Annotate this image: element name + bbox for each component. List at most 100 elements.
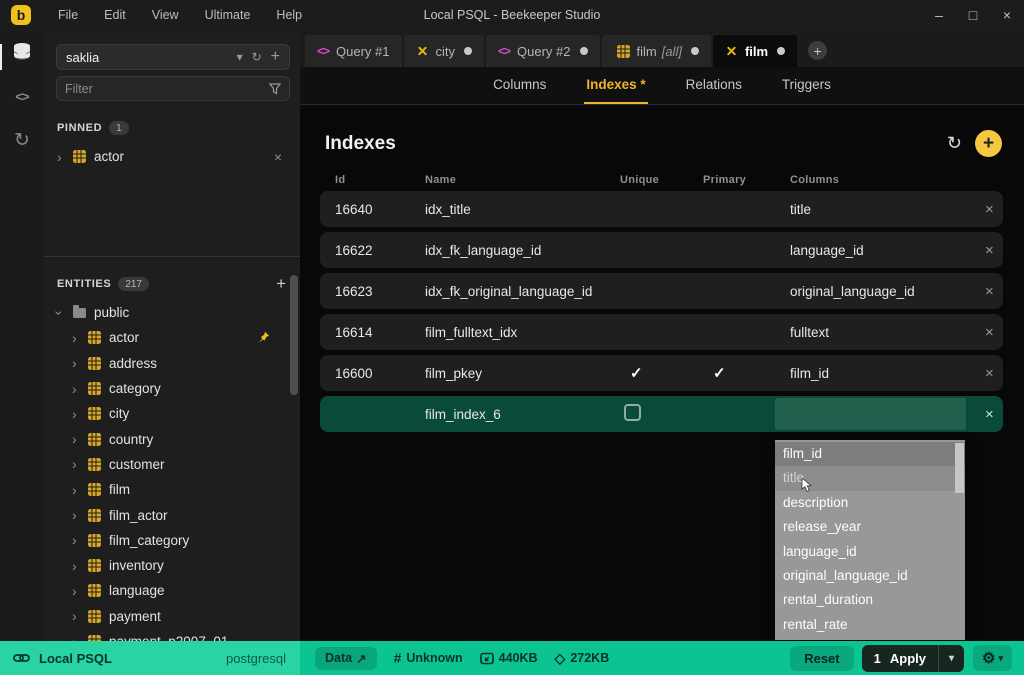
- connection-select[interactable]: saklia ▾ ↻ +: [56, 44, 290, 70]
- column-header-id: Id: [335, 174, 425, 186]
- new-tab-button[interactable]: +: [808, 41, 827, 60]
- sidebar-item-language[interactable]: › language: [44, 578, 300, 603]
- index-id: 16640: [335, 202, 425, 217]
- remove-index-icon[interactable]: ×: [985, 324, 1012, 341]
- apply-button-group[interactable]: 1 Apply ▾: [862, 645, 964, 672]
- size-icon: [480, 652, 494, 665]
- history-panel-icon[interactable]: ↻: [0, 118, 44, 162]
- add-index-button[interactable]: +: [975, 130, 1002, 157]
- menu-view[interactable]: View: [139, 0, 192, 30]
- dropdown-option-original-language-id[interactable]: original_language_id: [775, 564, 965, 588]
- filter-input[interactable]: [65, 82, 269, 96]
- minimize-button[interactable]: –: [922, 0, 956, 30]
- schema-item-public[interactable]: › public: [44, 300, 300, 325]
- dropdown-option-language-id[interactable]: language_id: [775, 540, 965, 564]
- tab-film-structure[interactable]: film: [713, 35, 797, 67]
- new-index-row[interactable]: film_index_6 ×: [320, 396, 1003, 432]
- subtab-columns[interactable]: Columns: [491, 67, 548, 104]
- dropdown-scrollbar[interactable]: [955, 443, 964, 493]
- dropdown-option-rental-rate[interactable]: rental_rate: [775, 613, 965, 637]
- refresh-connection-icon[interactable]: ↻: [252, 50, 262, 64]
- pin-icon[interactable]: [257, 331, 270, 344]
- sidebar-item-country[interactable]: › country: [44, 426, 300, 451]
- unique-checkbox[interactable]: [624, 404, 641, 421]
- tab-film-all[interactable]: film [all]: [602, 35, 711, 67]
- sidebar-scrollbar[interactable]: [290, 275, 298, 395]
- tab-query-2[interactable]: <> Query #2: [486, 35, 600, 67]
- sidebar-item-address[interactable]: › address: [44, 351, 300, 376]
- chevron-right-icon[interactable]: ›: [57, 149, 70, 165]
- entity-filter[interactable]: [56, 76, 290, 101]
- sidebar-item-film-actor[interactable]: › film_actor: [44, 502, 300, 527]
- index-size-status: ◇ 272KB: [555, 650, 610, 667]
- menu-file[interactable]: File: [45, 0, 91, 30]
- table-row[interactable]: 16600 film_pkey ✓ ✓ film_id ×: [320, 355, 1003, 391]
- queries-panel-icon[interactable]: <>: [0, 74, 44, 118]
- menu-ultimate[interactable]: Ultimate: [192, 0, 264, 30]
- connection-name[interactable]: Local PSQL: [39, 651, 112, 666]
- chevron-down-icon[interactable]: ›: [51, 310, 67, 315]
- table-row[interactable]: 16640 idx_title title ×: [320, 191, 1003, 227]
- unpin-icon[interactable]: ×: [274, 149, 282, 165]
- chevron-right-icon[interactable]: ›: [72, 330, 85, 346]
- table-name: payment: [109, 609, 161, 624]
- chevron-right-icon[interactable]: ›: [72, 558, 85, 574]
- sidebar-divider: [44, 256, 300, 257]
- row-count-status: # Unknown: [394, 650, 463, 666]
- sidebar-item-film[interactable]: › film: [44, 477, 300, 502]
- table-row[interactable]: 16614 film_fulltext_idx fulltext ×: [320, 314, 1003, 350]
- dropdown-option-description[interactable]: description: [775, 491, 965, 515]
- chevron-right-icon[interactable]: ›: [72, 456, 85, 472]
- sidebar-item-customer[interactable]: › customer: [44, 452, 300, 477]
- chevron-right-icon[interactable]: ›: [72, 406, 85, 422]
- dropdown-option-title[interactable]: title: [775, 466, 965, 490]
- sidebar-item-inventory[interactable]: › inventory: [44, 553, 300, 578]
- table-row[interactable]: 16622 idx_fk_language_id language_id ×: [320, 232, 1003, 268]
- tables-panel-icon[interactable]: [0, 30, 44, 74]
- chevron-right-icon[interactable]: ›: [72, 532, 85, 548]
- dropdown-option-rental-duration[interactable]: rental_duration: [775, 588, 965, 612]
- chevron-right-icon[interactable]: ›: [72, 507, 85, 523]
- pinned-item-actor[interactable]: › actor ×: [44, 144, 300, 169]
- sidebar-item-actor[interactable]: › actor: [44, 325, 300, 350]
- subtab-triggers[interactable]: Triggers: [780, 67, 833, 104]
- refresh-indexes-icon[interactable]: ↻: [947, 133, 962, 154]
- new-index-name[interactable]: film_index_6: [425, 407, 620, 422]
- columns-select-input[interactable]: [775, 398, 966, 430]
- remove-index-icon[interactable]: ×: [985, 365, 1012, 382]
- reset-button[interactable]: Reset: [790, 646, 853, 671]
- chevron-right-icon[interactable]: ›: [72, 583, 85, 599]
- data-link-button[interactable]: Data ↗: [315, 647, 377, 670]
- tab-query-1[interactable]: <> Query #1: [305, 35, 402, 67]
- chevron-right-icon[interactable]: ›: [72, 355, 85, 371]
- remove-index-icon[interactable]: ×: [985, 283, 1012, 300]
- tab-city[interactable]: city: [404, 35, 485, 67]
- subtab-indexes[interactable]: Indexes *: [584, 67, 647, 104]
- chevron-right-icon[interactable]: ›: [72, 608, 85, 624]
- sidebar-item-payment[interactable]: › payment: [44, 604, 300, 629]
- chevron-right-icon[interactable]: ›: [72, 381, 85, 397]
- chevron-right-icon[interactable]: ›: [72, 431, 85, 447]
- menu-help[interactable]: Help: [263, 0, 315, 30]
- dropdown-option-film-id[interactable]: film_id: [775, 442, 965, 466]
- subtab-relations[interactable]: Relations: [684, 67, 744, 104]
- apply-caret-icon[interactable]: ▾: [939, 647, 964, 670]
- menu-edit[interactable]: Edit: [91, 0, 139, 30]
- close-button[interactable]: ×: [990, 0, 1024, 30]
- sidebar-item-city[interactable]: › city: [44, 401, 300, 426]
- add-entity-icon[interactable]: +: [276, 278, 286, 290]
- apply-button[interactable]: Apply: [881, 645, 938, 672]
- remove-index-icon[interactable]: ×: [985, 242, 1012, 259]
- sidebar-item-film-category[interactable]: › film_category: [44, 528, 300, 553]
- maximize-button[interactable]: □: [956, 0, 990, 30]
- menubar: File Edit View Ultimate Help: [45, 0, 315, 30]
- dropdown-option-release-year[interactable]: release_year: [775, 515, 965, 539]
- add-connection-icon[interactable]: +: [271, 48, 280, 66]
- remove-index-icon[interactable]: ×: [985, 201, 1012, 218]
- chevron-right-icon[interactable]: ›: [72, 482, 85, 498]
- remove-index-icon[interactable]: ×: [985, 406, 1012, 423]
- chevron-down-icon[interactable]: ▾: [237, 50, 243, 64]
- sidebar-item-category[interactable]: › category: [44, 376, 300, 401]
- table-row[interactable]: 16623 idx_fk_original_language_id origin…: [320, 273, 1003, 309]
- settings-button[interactable]: ⚙ ▾: [973, 645, 1012, 671]
